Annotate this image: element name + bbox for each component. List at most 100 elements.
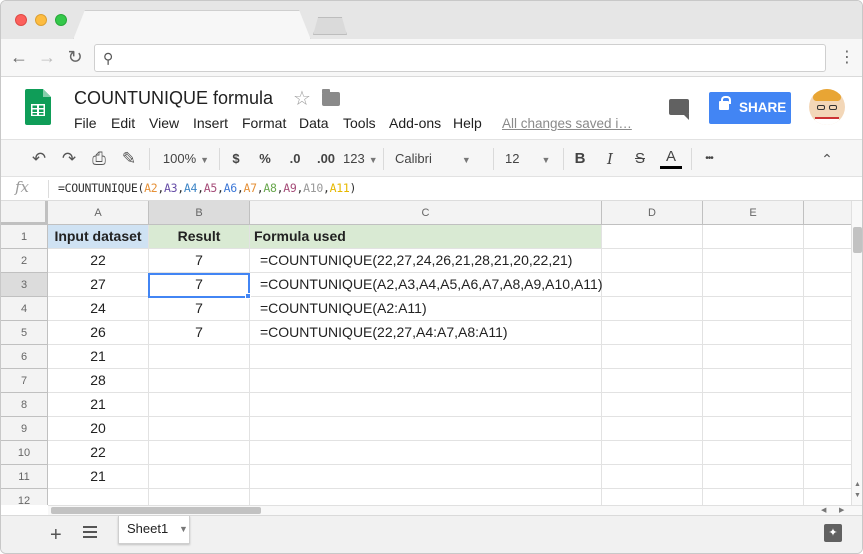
cell-a7[interactable]: 28 [48, 369, 149, 393]
cell-a2[interactable]: 22 [48, 249, 149, 273]
grid-cell[interactable] [703, 393, 804, 417]
cell-c2[interactable]: =COUNTUNIQUE(22,27,24,26,21,28,21,20,22,… [250, 249, 602, 273]
grid-cell[interactable] [250, 465, 602, 489]
text-color-button[interactable]: A [660, 140, 682, 178]
cell-a9[interactable]: 20 [48, 417, 149, 441]
grid-cell[interactable] [804, 369, 851, 393]
vertical-scroll-thumb[interactable] [853, 227, 862, 253]
row-header[interactable]: 9 [1, 417, 48, 441]
maximize-window-button[interactable] [55, 14, 67, 26]
cell-c3[interactable]: =COUNTUNIQUE(A2,A3,A4,A5,A6,A7,A8,A9,A10… [250, 273, 603, 297]
grid-cell[interactable] [250, 489, 602, 505]
redo-icon[interactable]: ↷ [58, 140, 80, 178]
currency-button[interactable]: $ [227, 140, 245, 178]
star-icon[interactable]: ☆ [293, 86, 311, 111]
cell-c4[interactable]: =COUNTUNIQUE(A2:A11) [250, 297, 602, 321]
row-header[interactable]: 7 [1, 369, 48, 393]
menu-data[interactable]: Data [299, 115, 329, 131]
font-select[interactable]: Calibri ▼ [395, 140, 481, 178]
zoom-select[interactable]: 100% ▼ [159, 140, 213, 178]
back-arrow-icon[interactable]: ← [9, 47, 29, 67]
grid-cell[interactable] [804, 417, 851, 441]
share-button[interactable]: SHARE [709, 92, 791, 124]
grid-cell[interactable] [149, 345, 250, 369]
row-header[interactable]: 12 [1, 489, 48, 505]
row-header[interactable]: 4 [1, 297, 48, 321]
column-header-e[interactable]: E [703, 201, 804, 225]
more-options-button[interactable]: ••• [699, 140, 719, 178]
grid-cell[interactable] [48, 489, 149, 505]
grid-cell[interactable] [250, 441, 602, 465]
menu-tools[interactable]: Tools [343, 115, 376, 131]
forward-arrow-icon[interactable]: → [37, 47, 57, 67]
row-header[interactable]: 3 [1, 273, 48, 297]
column-header-b[interactable]: B [149, 201, 250, 225]
add-sheet-icon[interactable]: + [50, 524, 62, 547]
grid-cell[interactable] [804, 321, 851, 345]
grid-cell[interactable] [804, 489, 851, 505]
menu-help[interactable]: Help [453, 115, 482, 131]
new-tab-button[interactable] [313, 17, 347, 35]
row-header[interactable]: 11 [1, 465, 48, 489]
menu-file[interactable]: File [74, 115, 97, 131]
grid-cell[interactable] [804, 249, 851, 273]
menu-addons[interactable]: Add-ons [389, 115, 441, 131]
folder-icon[interactable] [322, 89, 340, 106]
address-bar[interactable]: ⚲ [94, 44, 826, 72]
more-formats-button[interactable]: 123 ▼ [343, 140, 378, 178]
undo-icon[interactable]: ↶ [28, 140, 50, 178]
grid-cell[interactable] [703, 441, 804, 465]
explore-icon[interactable]: ✦ [824, 524, 842, 542]
close-window-button[interactable] [15, 14, 27, 26]
browser-menu-icon[interactable]: ⋮ [839, 47, 855, 69]
grid-cell[interactable] [804, 345, 851, 369]
paint-format-icon[interactable]: ✎ [118, 140, 140, 178]
cell-a8[interactable]: 21 [48, 393, 149, 417]
grid-cell[interactable] [703, 297, 804, 321]
column-header-c[interactable]: C [250, 201, 602, 225]
cell-b2[interactable]: 7 [149, 249, 250, 273]
grid-cell[interactable] [602, 249, 703, 273]
chevron-down-icon[interactable]: ▼ [179, 516, 188, 542]
select-all-corner[interactable] [1, 201, 48, 225]
column-header-next[interactable] [804, 201, 851, 225]
menu-insert[interactable]: Insert [193, 115, 228, 131]
cell-a6[interactable]: 21 [48, 345, 149, 369]
document-title[interactable]: COUNTUNIQUE formula [74, 88, 273, 109]
grid-cell[interactable] [602, 225, 703, 249]
comments-icon[interactable] [669, 99, 689, 120]
cell-c5[interactable]: =COUNTUNIQUE(22,27,A4:A7,A8:A11) [250, 321, 602, 345]
cell-b3[interactable]: 7 [149, 273, 250, 297]
browser-tab-active[interactable] [73, 10, 311, 40]
scroll-right-icon[interactable]: ▶ [839, 506, 844, 514]
header-formula-used[interactable]: Formula used [250, 225, 602, 249]
grid-cell[interactable] [703, 225, 804, 249]
save-status[interactable]: All changes saved i… [502, 116, 632, 131]
grid-cell[interactable] [602, 417, 703, 441]
grid-cell[interactable] [804, 273, 851, 297]
grid-cell[interactable] [703, 417, 804, 441]
cell-a3[interactable]: 27 [48, 273, 149, 297]
scroll-up-icon[interactable]: ▲ [854, 481, 861, 488]
grid-cell[interactable] [804, 225, 851, 249]
italic-button[interactable]: I [601, 140, 619, 178]
column-header-a[interactable]: A [48, 201, 149, 225]
row-header[interactable]: 1 [1, 225, 48, 249]
scroll-left-icon[interactable]: ◀ [821, 506, 826, 514]
grid-cell[interactable] [250, 369, 602, 393]
grid-cell[interactable] [804, 297, 851, 321]
bold-button[interactable]: B [571, 140, 589, 178]
percent-button[interactable]: % [256, 140, 274, 178]
menu-format[interactable]: Format [242, 115, 286, 131]
grid-cell[interactable] [703, 465, 804, 489]
row-header[interactable]: 10 [1, 441, 48, 465]
column-header-d[interactable]: D [602, 201, 703, 225]
grid-cell[interactable] [149, 489, 250, 505]
grid-cell[interactable] [703, 489, 804, 505]
formula-input[interactable]: =COUNTUNIQUE(A2,A3,A4,A5,A6,A7,A8,A9,A10… [58, 181, 356, 195]
grid-cell[interactable] [149, 369, 250, 393]
grid-cell[interactable] [250, 345, 602, 369]
collapse-toolbar-icon[interactable]: ⌃ [817, 140, 837, 178]
print-icon[interactable]: ⎙ [88, 140, 110, 178]
cell-a4[interactable]: 24 [48, 297, 149, 321]
